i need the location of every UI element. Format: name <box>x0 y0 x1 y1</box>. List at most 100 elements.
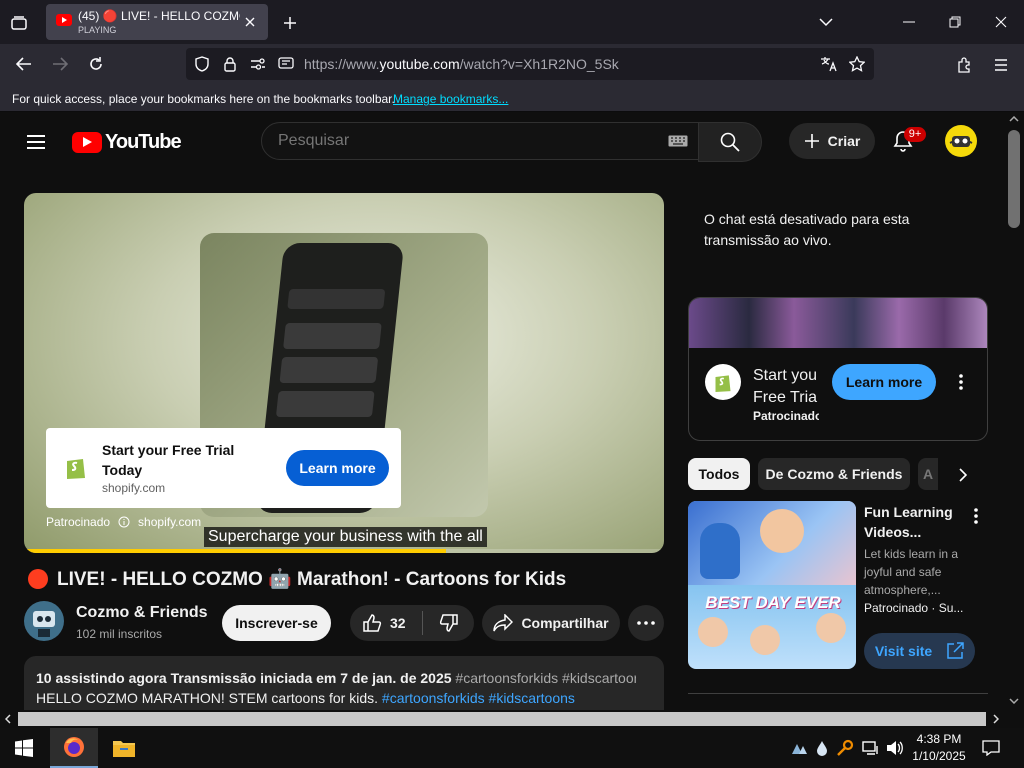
channel-name[interactable]: Cozmo & Friends <box>76 604 208 622</box>
ad-card-learn-more-button[interactable]: Learn more <box>286 450 389 486</box>
youtube-logo-text: YouTube <box>105 130 182 153</box>
keyboard-icon[interactable] <box>666 132 690 150</box>
close-window-icon[interactable] <box>988 11 1014 33</box>
scroll-up-arrow-icon[interactable] <box>1008 114 1020 124</box>
ad-card-domain: shopify.com <box>102 481 166 495</box>
url-path: /watch?v=Xh1R2NO_5Sk <box>459 56 619 72</box>
sponsored-text: Patrocinado <box>46 515 111 529</box>
url-text[interactable]: https://www.youtube.com/watch?v=Xh1R2NO_… <box>304 56 619 72</box>
thumb-kid-face <box>698 617 728 647</box>
browser-tab-bar: (45) 🔴 LIVE! - HELLO COZMO PLAYING <box>0 0 1024 44</box>
phone-row <box>283 323 382 349</box>
rec-ad-more-icon[interactable] <box>966 504 986 528</box>
url-bar[interactable]: https://www.youtube.com/watch?v=Xh1R2NO_… <box>186 48 874 80</box>
thumb-character <box>700 523 740 579</box>
taskbar-clock[interactable]: 4:38 PM 1/10/2025 <box>908 731 970 765</box>
side-ad-learn-more-button[interactable]: Learn more <box>832 364 936 400</box>
tracking-protection-shield-icon[interactable] <box>192 54 212 74</box>
tray-key-icon[interactable] <box>834 738 856 758</box>
avatar[interactable] <box>945 125 977 157</box>
thumb-text: BEST DAY EVER <box>705 593 841 612</box>
scroll-left-arrow-icon[interactable] <box>2 713 14 725</box>
ad-progress-track <box>24 549 664 553</box>
description-meta-text: 10 assistindo agora Transmissão iniciada… <box>36 670 452 686</box>
ad-progress-fill <box>24 549 447 553</box>
vertical-scrollbar[interactable] <box>1004 112 1024 710</box>
like-button[interactable]: 32 <box>350 605 422 641</box>
firefox-taskbar-icon[interactable] <box>50 728 98 768</box>
network-people-icon[interactable] <box>788 738 810 758</box>
reader-view-icon[interactable] <box>276 54 296 74</box>
bookmarks-toolbar: For quick access, place your bookmarks h… <box>0 84 1024 112</box>
ad-card-title: Start your Free Trial Today <box>102 442 235 478</box>
subscribe-button[interactable]: Inscrever-se <box>222 605 331 641</box>
video-player[interactable]: Start your Free Trial Today shopify.com … <box>24 193 664 553</box>
phone-row <box>275 391 375 417</box>
scroll-down-arrow-icon[interactable] <box>1008 696 1020 706</box>
minimize-icon[interactable] <box>896 11 922 33</box>
tray-volume-icon[interactable] <box>884 738 906 758</box>
restore-icon[interactable] <box>942 11 968 33</box>
thumb-kid-face <box>750 625 780 655</box>
visit-site-button[interactable]: Visit site <box>864 633 975 669</box>
right-divider <box>688 693 988 694</box>
side-ad-title-line2: Free Tria <box>753 389 818 406</box>
action-center-icon[interactable] <box>978 736 1004 760</box>
back-icon[interactable] <box>12 52 36 76</box>
file-explorer-taskbar-icon[interactable] <box>100 728 148 768</box>
translate-icon[interactable] <box>818 54 840 74</box>
side-ad-more-icon[interactable] <box>951 370 971 394</box>
active-tab[interactable]: (45) 🔴 LIVE! - HELLO COZMO PLAYING <box>46 4 268 40</box>
rec-ad-title[interactable]: Fun Learning Videos... <box>864 502 964 542</box>
tray-drop-icon[interactable] <box>812 738 832 758</box>
search-box[interactable] <box>261 122 699 160</box>
channel-avatar[interactable] <box>24 601 64 641</box>
chip-more[interactable]: A <box>918 458 938 490</box>
share-button[interactable]: Compartilhar <box>482 605 620 641</box>
side-ad-card[interactable]: Start you Free Tria Patrocinado Learn mo… <box>688 297 988 441</box>
close-tab-icon[interactable] <box>240 12 260 32</box>
bookmark-star-icon[interactable] <box>846 54 868 74</box>
horizontal-scrollbar[interactable] <box>0 710 1024 728</box>
list-all-tabs-icon[interactable] <box>8 12 30 34</box>
tray-network-icon[interactable] <box>860 738 882 758</box>
extensions-icon[interactable] <box>954 54 976 76</box>
dislike-button[interactable] <box>423 605 474 641</box>
app-menu-icon[interactable] <box>990 54 1012 76</box>
thumbs-down-icon <box>439 614 458 632</box>
tab-list-chevron-icon[interactable] <box>814 11 838 33</box>
permissions-icon[interactable] <box>248 54 268 74</box>
side-ad-banner-image <box>689 298 987 348</box>
windows-start-icon[interactable] <box>0 728 48 768</box>
vertical-scroll-thumb[interactable] <box>1008 130 1020 228</box>
scroll-right-arrow-icon[interactable] <box>990 713 1002 725</box>
chip-from-channel[interactable]: De Cozmo & Friends <box>758 458 910 490</box>
youtube-logo[interactable]: YouTube <box>72 130 182 154</box>
description-text-line: HELLO COZMO MARATHON! STEM cartoons for … <box>36 690 656 706</box>
url-domain: youtube.com <box>379 56 460 72</box>
more-actions-button[interactable] <box>628 605 664 641</box>
info-icon <box>118 516 130 528</box>
chips-next-chevron-icon[interactable] <box>948 462 978 488</box>
reload-icon[interactable] <box>84 52 108 76</box>
search-button[interactable] <box>698 122 762 162</box>
rec-ad-thumbnail[interactable]: BEST DAY EVER <box>688 501 856 669</box>
create-label: Criar <box>827 133 861 149</box>
ad-domain-text: shopify.com <box>138 515 202 529</box>
description-text-tags[interactable]: #cartoonsforkids #kidscartoons <box>382 690 575 706</box>
shopify-logo-icon <box>705 364 741 400</box>
player-ad-card[interactable]: Start your Free Trial Today shopify.com … <box>46 428 401 508</box>
horizontal-scroll-thumb[interactable] <box>18 712 986 726</box>
thumbs-up-icon <box>363 614 382 632</box>
search-input[interactable] <box>278 131 658 151</box>
lock-icon[interactable] <box>220 54 240 74</box>
create-button[interactable]: Criar <box>789 123 875 159</box>
subscriber-count: 102 mil inscritos <box>76 627 163 641</box>
manage-bookmarks-link[interactable]: Manage bookmarks... <box>393 92 508 106</box>
new-tab-icon[interactable] <box>278 11 302 35</box>
forward-icon[interactable] <box>48 52 72 76</box>
description-meta-tags[interactable]: #cartoonsforkids #kidscartoons <box>455 670 636 686</box>
description-box[interactable]: 10 assistindo agora Transmissão iniciada… <box>24 656 664 710</box>
chip-all[interactable]: Todos <box>688 458 750 490</box>
guide-menu-icon[interactable] <box>24 130 48 154</box>
